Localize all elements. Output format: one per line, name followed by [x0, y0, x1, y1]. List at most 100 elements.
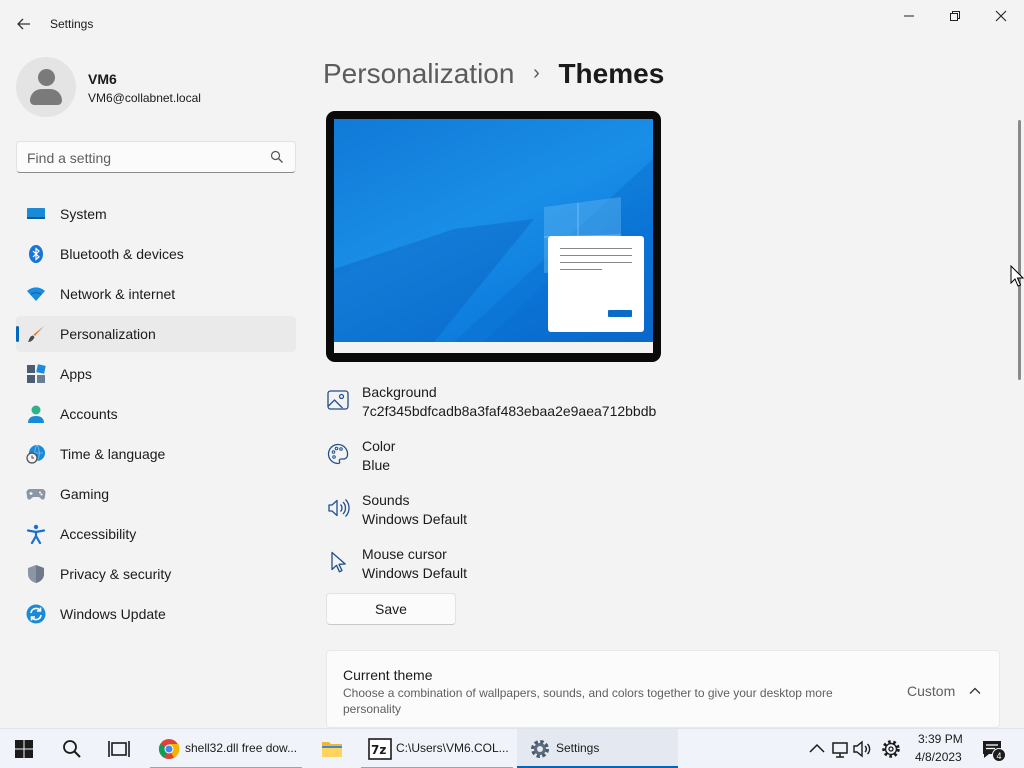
sidebar-item-label: Windows Update	[60, 606, 166, 622]
theme-mouse-cursor-setting[interactable]: Mouse cursor Windows Default	[326, 544, 726, 588]
mouse-cursor-icon	[331, 551, 346, 573]
property-label: Mouse cursor	[362, 546, 447, 562]
taskbar-app-label: C:\Users\VM6.COL...	[396, 741, 509, 755]
taskbar-app-7zip[interactable]: 7z C:\Users\VM6.COL...	[361, 729, 513, 768]
sidebar-item-label: Apps	[60, 366, 92, 382]
search-icon[interactable]	[270, 150, 284, 164]
property-label: Color	[362, 438, 396, 454]
search-input[interactable]	[27, 148, 262, 168]
mouse-pointer-icon	[1010, 265, 1024, 287]
wifi-icon	[27, 287, 45, 301]
property-value: Windows Default	[362, 511, 468, 527]
search-box[interactable]	[16, 141, 296, 173]
taskbar-preview	[334, 342, 653, 353]
sidebar-item-label: Time & language	[60, 446, 166, 462]
taskbar-app-file-explorer[interactable]	[310, 729, 354, 768]
property-value: 7c2f345bdfcadb8a3faf483ebaa2e9aea712bbdb	[362, 403, 657, 419]
save-button[interactable]: Save	[326, 593, 456, 625]
sidebar-item-accessibility[interactable]: Accessibility	[16, 516, 296, 552]
gear-icon[interactable]	[879, 737, 903, 761]
property-label: Sounds	[362, 492, 410, 508]
windows-start-icon[interactable]	[12, 737, 36, 761]
scrollbar-thumb[interactable]	[1018, 120, 1021, 380]
clock-time[interactable]: 3:39 PM	[918, 732, 963, 746]
bluetooth-icon	[29, 245, 43, 263]
taskbar-app-label: shell32.dll free dow...	[185, 741, 298, 755]
gamepad-icon	[26, 488, 46, 500]
sidebar-item-label: System	[60, 206, 107, 222]
svg-text:7z: 7z	[371, 743, 386, 757]
taskbar-app-label: Settings	[556, 741, 600, 755]
sidebar-item-label: Network & internet	[60, 286, 176, 302]
sidebar-item-label: Privacy & security	[60, 566, 172, 582]
property-value: Windows Default	[362, 565, 468, 581]
back-arrow-icon[interactable]	[12, 12, 36, 36]
taskbar: shell32.dll free dow... 7z C:\Users\VM6.…	[0, 728, 1024, 768]
maximize-icon[interactable]	[932, 0, 978, 32]
current-theme-value: Custom	[907, 683, 956, 699]
update-icon	[26, 604, 46, 624]
sidebar-item-network[interactable]: Network & internet	[16, 276, 296, 312]
property-value: Blue	[362, 457, 391, 473]
theme-background-setting[interactable]: Background 7c2f345bdfcadb8a3faf483ebaa2e…	[326, 382, 726, 426]
task-view-icon[interactable]	[107, 737, 131, 761]
theme-preview	[326, 111, 661, 362]
sidebar-item-privacy[interactable]: Privacy & security	[16, 556, 296, 592]
avatar-head	[38, 69, 55, 86]
file-explorer-icon	[322, 742, 342, 757]
title-bar: Settings	[0, 0, 1024, 48]
sidebar-item-time-language[interactable]: Time & language	[16, 436, 296, 472]
accessibility-icon	[26, 524, 46, 544]
speaker-icon	[328, 499, 350, 517]
avatar-body	[30, 89, 62, 105]
notification-count-badge: 4	[992, 748, 1006, 762]
network-icon[interactable]	[828, 737, 852, 761]
sidebar-item-label: Gaming	[60, 486, 110, 502]
chevron-up-icon[interactable]	[805, 737, 829, 761]
sidebar-item-accounts[interactable]: Accounts	[16, 396, 296, 432]
sidebar-item-gaming[interactable]: Gaming	[16, 476, 296, 512]
current-theme-title: Current theme	[343, 667, 433, 683]
shield-icon	[28, 565, 44, 583]
7zip-icon: 7z	[368, 738, 392, 760]
current-theme-card[interactable]: Current theme Choose a combination of wa…	[326, 650, 1000, 728]
picture-icon	[327, 390, 349, 410]
sidebar-item-personalization[interactable]: Personalization	[16, 316, 296, 352]
theme-sounds-setting[interactable]: Sounds Windows Default	[326, 490, 726, 534]
volume-icon[interactable]	[851, 737, 875, 761]
breadcrumb-separator: ›	[533, 62, 540, 84]
sidebar-item-windows-update[interactable]: Windows Update	[16, 596, 296, 632]
sidebar-item-bluetooth[interactable]: Bluetooth & devices	[16, 236, 296, 272]
dialog-preview	[548, 236, 644, 332]
search-icon[interactable]	[60, 737, 84, 761]
taskbar-app-chrome[interactable]: shell32.dll free dow...	[150, 729, 302, 768]
chevron-up-icon[interactable]	[968, 684, 982, 698]
paintbrush-icon	[28, 326, 44, 342]
user-email: VM6@collabnet.local	[88, 91, 201, 105]
breadcrumb: Personalization › Themes	[323, 58, 664, 90]
chrome-icon	[158, 739, 180, 759]
sidebar-item-label: Accounts	[60, 406, 118, 422]
dialog-preview-button	[608, 310, 632, 317]
current-theme-description: Choose a combination of wallpapers, soun…	[343, 686, 833, 716]
clock-date[interactable]: 4/8/2023	[915, 750, 962, 764]
time-language-icon	[26, 444, 45, 464]
avatar[interactable]	[16, 57, 76, 117]
sidebar-item-label: Bluetooth & devices	[60, 246, 184, 262]
breadcrumb-parent[interactable]: Personalization	[323, 58, 514, 89]
apps-icon	[27, 364, 46, 383]
sidebar-nav: System Bluetooth & devices Network & int…	[16, 196, 296, 636]
settings-gear-icon	[531, 740, 549, 758]
close-icon[interactable]	[978, 0, 1024, 32]
theme-color-setting[interactable]: Color Blue	[326, 436, 726, 480]
sidebar-item-label: Personalization	[60, 326, 156, 342]
property-label: Background	[362, 384, 437, 400]
taskbar-app-settings[interactable]: Settings	[517, 729, 678, 768]
wallpaper-preview	[334, 119, 653, 342]
sidebar-item-apps[interactable]: Apps	[16, 356, 296, 392]
minimize-icon[interactable]	[886, 0, 932, 32]
sidebar-item-label: Accessibility	[60, 526, 137, 542]
system-monitor-icon	[27, 208, 45, 219]
palette-icon	[327, 443, 349, 465]
sidebar-item-system[interactable]: System	[16, 196, 296, 232]
